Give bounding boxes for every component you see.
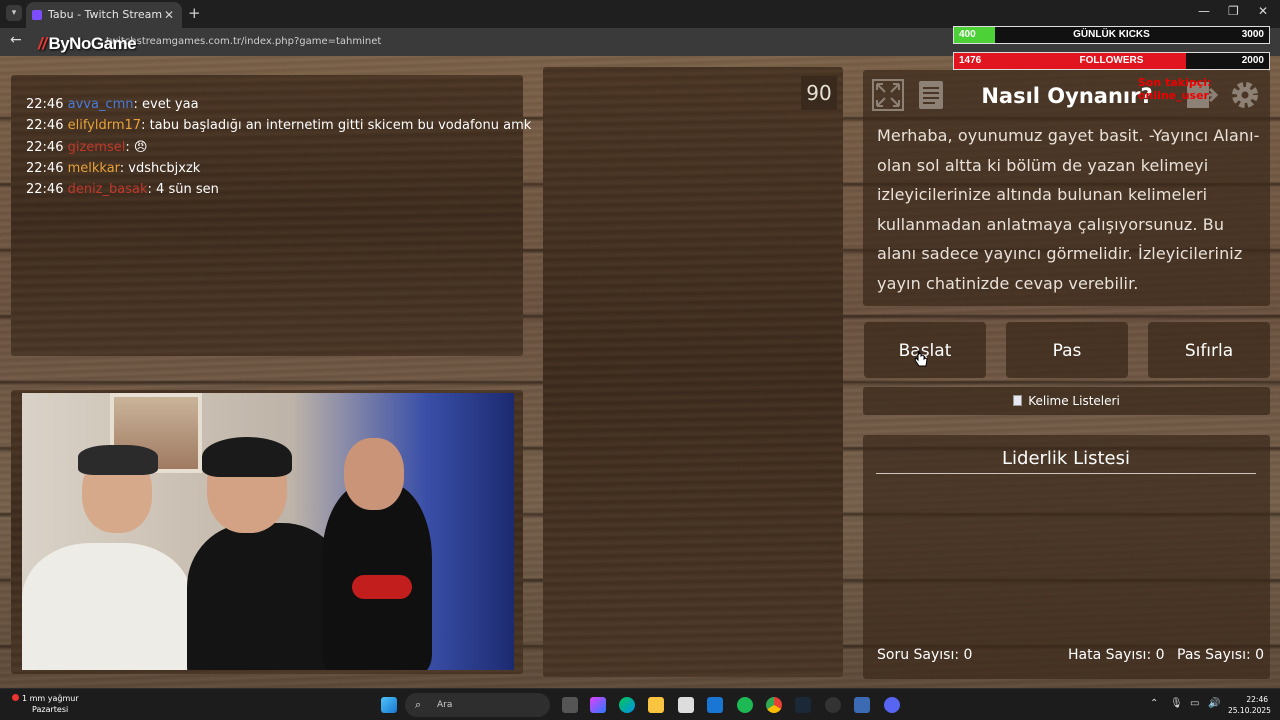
windows-taskbar: 1 mm yağmur Pazartesi ⌕ Ara ⌃ 🎙 ▭ 🔊 22:4…: [0, 688, 1280, 720]
microphone: [352, 575, 412, 599]
kicks-label: GÜNLÜK KICKS: [1073, 29, 1150, 40]
weather-alert-icon: [12, 694, 19, 701]
chat-text: : 😠: [125, 139, 148, 155]
person-left-cap: [78, 445, 158, 475]
leaderboard-divider: [876, 473, 1256, 474]
tab-favicon-icon: [32, 10, 42, 20]
task-view-icon[interactable]: [562, 697, 578, 713]
weather-line2: Pazartesi: [32, 705, 69, 714]
chat-username[interactable]: melkkar: [68, 161, 120, 176]
store-icon[interactable]: [678, 697, 694, 713]
weather-line1: 1 mm yağmur: [22, 694, 79, 703]
chat-text: : 4 sün sen: [147, 182, 219, 198]
chat-log: 22:46 avva_cmn: evet yaa 22:46 elifyldrm1…: [26, 94, 531, 200]
back-arrow-icon[interactable]: ←: [10, 32, 22, 48]
tab-close-icon[interactable]: ✕: [164, 2, 174, 28]
followers-goal: 2000: [1241, 55, 1264, 66]
person-right-head: [344, 438, 404, 510]
leaderboard-panel: [863, 435, 1270, 679]
chrome-icon[interactable]: [766, 697, 782, 713]
error-count-label: Hata Sayısı:: [1068, 647, 1152, 663]
taskbar-search[interactable]: ⌕ Ara: [405, 693, 550, 717]
question-count-value: 0: [963, 647, 973, 663]
countdown-timer: 90: [801, 76, 837, 110]
network-icon[interactable]: ▭: [1190, 698, 1199, 709]
chat-message: 22:46 deniz_basak: 4 sün sen: [26, 179, 516, 200]
steam-icon[interactable]: [795, 697, 811, 713]
new-tab-button[interactable]: +: [188, 4, 201, 22]
kicks-goal-bar: 400 GÜNLÜK KICKS 3000: [953, 26, 1270, 44]
window-close-icon[interactable]: ✕: [1258, 4, 1268, 18]
overlay-red-note: Son takipçi: online_user: [1138, 76, 1212, 102]
word-lists-button[interactable]: Kelime Listeleri: [863, 387, 1270, 415]
restore-icon[interactable]: ❐: [1228, 4, 1239, 18]
minimize-icon[interactable]: —: [1198, 4, 1210, 18]
hand-cursor-icon: [914, 350, 928, 367]
chat-message: 22:46 melkkar: vdshcbjxzk: [26, 158, 516, 179]
chat-username[interactable]: elifyldrm17: [68, 118, 141, 133]
chat-username[interactable]: avva_cmn: [68, 97, 134, 112]
search-icon: ⌕: [415, 698, 422, 711]
logo-text: ByNoGame: [48, 34, 137, 53]
discord-icon[interactable]: [884, 697, 900, 713]
browser-tab[interactable]: Tabu - Twitch Stream Games ✕: [26, 2, 182, 47]
obs-icon[interactable]: [825, 697, 841, 713]
chat-time: 22:46: [26, 182, 64, 198]
chat-time: 22:46: [26, 97, 64, 112]
file-explorer-icon[interactable]: [648, 697, 664, 713]
pass-count-label: Pas Sayısı:: [1177, 647, 1251, 663]
pass-count: Pas Sayısı: 0: [1177, 647, 1264, 663]
search-placeholder: Ara: [437, 700, 453, 710]
copilot-icon[interactable]: [590, 697, 606, 713]
microphone-icon[interactable]: 🎙: [1170, 698, 1183, 709]
question-count: Soru Sayısı: 0: [877, 647, 972, 663]
tray-chevron-icon[interactable]: ⌃: [1150, 698, 1158, 709]
error-count-value: 0: [1155, 647, 1165, 663]
notes-icon[interactable]: [914, 78, 948, 112]
pass-button[interactable]: Pas: [1006, 322, 1128, 378]
reset-button[interactable]: Sıfırla: [1148, 322, 1270, 378]
outlook-icon[interactable]: [707, 697, 723, 713]
leaderboard-title: Liderlik Listesi: [1002, 448, 1130, 469]
address-bar[interactable]: twitchstreamgames.com.tr/index.php?game=…: [106, 36, 381, 47]
chat-time: 22:46: [26, 160, 64, 176]
question-count-label: Soru Sayısı:: [877, 647, 960, 663]
clock-time: 22:46: [1246, 695, 1268, 704]
system-clock[interactable]: 22:46 25.10.2025: [1228, 694, 1271, 716]
followers-label: FOLLOWERS: [1079, 55, 1144, 66]
bynogame-logo: //ByNoGame: [38, 34, 137, 54]
spotify-icon[interactable]: [737, 697, 753, 713]
person-middle-hair: [202, 437, 292, 477]
chat-message: 22:46 elifyldrm17: tabu başladığı an int…: [26, 115, 531, 136]
chat-time: 22:46: [26, 118, 64, 134]
fullscreen-icon[interactable]: [871, 78, 905, 112]
volume-icon[interactable]: 🔊: [1208, 698, 1220, 709]
word-lists-label: Kelime Listeleri: [1028, 394, 1120, 408]
webcam-video: [22, 393, 514, 670]
person-left: [22, 543, 192, 670]
logo-mark: //: [38, 34, 47, 53]
chat-text: : evet yaa: [133, 97, 199, 112]
app-icon[interactable]: [854, 697, 870, 713]
chat-text: : tabu başladığı an internetim gitti ski…: [141, 118, 532, 134]
chat-message: 22:46 gizemsel: 😠: [26, 137, 516, 158]
clock-date: 25.10.2025: [1228, 706, 1271, 715]
tab-list-button[interactable]: ▾: [6, 5, 22, 21]
pass-count-value: 0: [1255, 647, 1265, 663]
chat-message: 22:46 avva_cmn: evet yaa: [26, 94, 516, 115]
how-to-text: Merhaba, oyunumuz gayet basit. -Yayıncı …: [877, 126, 1260, 293]
browser-tabbar: ▾ Tabu - Twitch Stream Games ✕ + — ❐ ✕: [0, 0, 1280, 47]
chat-time: 22:46: [26, 139, 64, 155]
edge-icon[interactable]: [619, 697, 635, 713]
chat-username[interactable]: gizemsel: [68, 140, 126, 155]
word-card-panel: [543, 67, 843, 677]
weather-widget[interactable]: 1 mm yağmur Pazartesi: [12, 693, 79, 715]
start-windows-icon[interactable]: [381, 697, 397, 713]
followers-goal-bar: 1476 FOLLOWERS 2000: [953, 52, 1270, 70]
chat-username[interactable]: deniz_basak: [68, 182, 148, 197]
error-count: Hata Sayısı: 0: [1068, 647, 1165, 663]
document-icon: [1013, 395, 1023, 406]
chat-text: : vdshcbjxzk: [119, 160, 201, 176]
kicks-goal: 3000: [1241, 29, 1264, 40]
